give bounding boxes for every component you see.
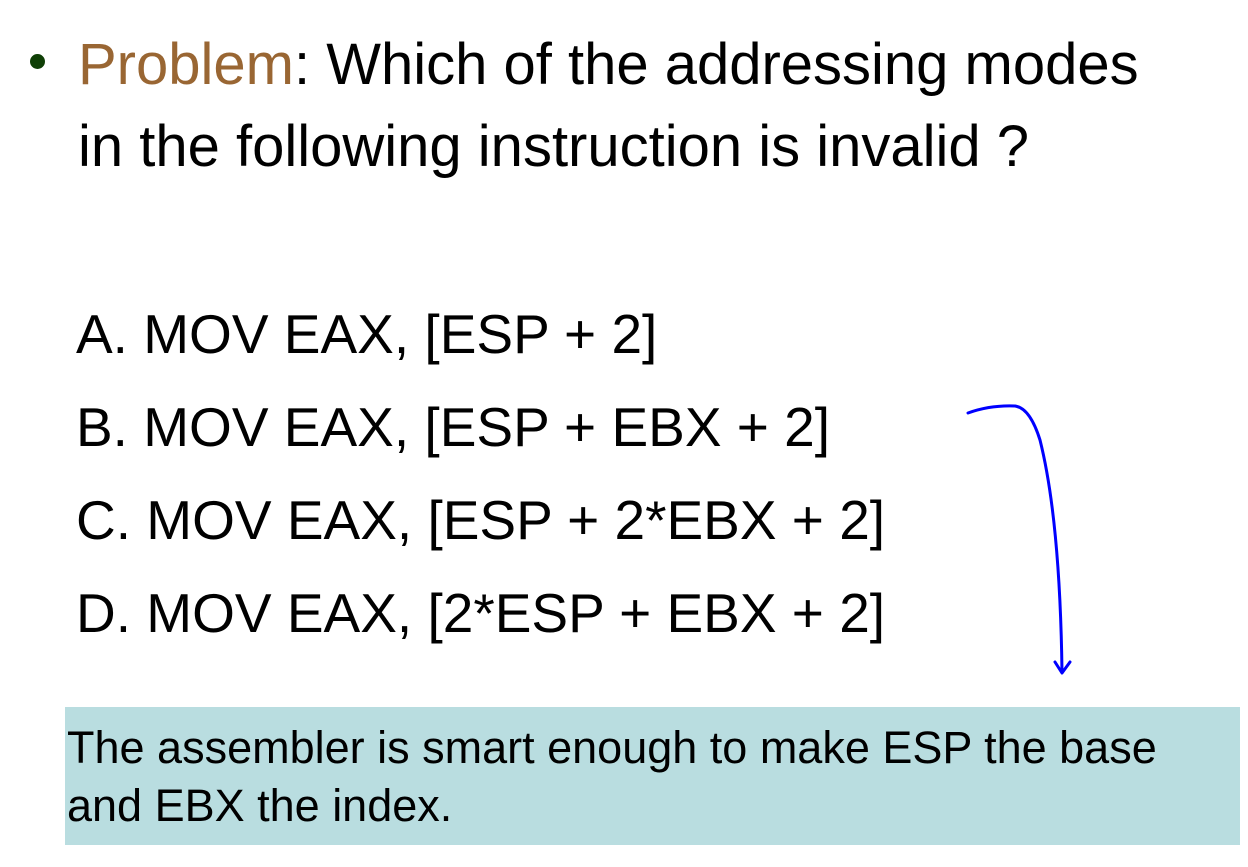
note-box: The assembler is smart enough to make ES… [65,707,1240,845]
note-text: The assembler is smart enough to make ES… [67,722,1157,831]
arrow-curve [966,404,1064,674]
